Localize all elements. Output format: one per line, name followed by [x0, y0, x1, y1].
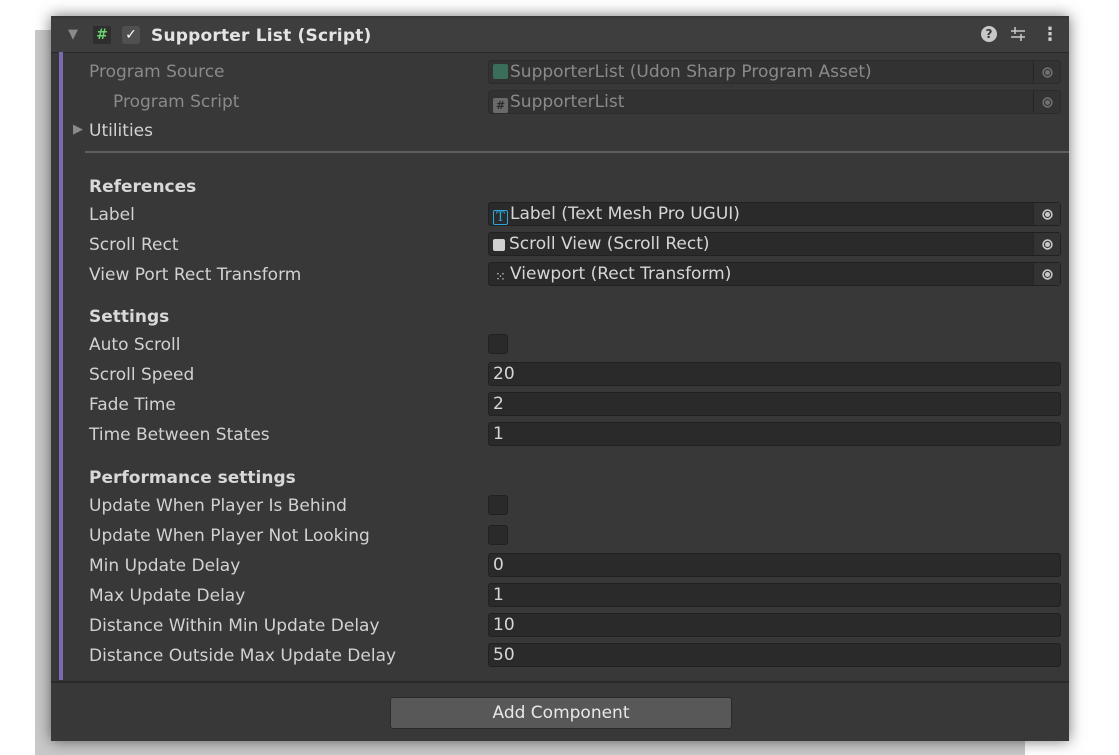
object-picker-icon — [1033, 91, 1060, 113]
settings-header: Settings — [89, 307, 170, 327]
inspector-component-panel: ▼ # ✓ Supporter List (Script) ? ⋮ Progra… — [51, 16, 1069, 741]
update-when-behind-label: Update When Player Is Behind — [89, 496, 347, 516]
object-picker-icon[interactable] — [1033, 263, 1060, 285]
view-port-rect-transform-label: View Port Rect Transform — [89, 265, 302, 285]
view-port-object-value: Viewport (Rect Transform) — [510, 264, 732, 284]
object-picker-icon[interactable] — [1033, 233, 1060, 255]
label-object-value: Label (Text Mesh Pro UGUI) — [510, 204, 740, 224]
component-title: Supporter List (Script) — [151, 26, 372, 46]
footer-divider — [51, 681, 1069, 683]
auto-scroll-label: Auto Scroll — [89, 335, 181, 355]
view-port-object-field[interactable]: ⁙ Viewport (Rect Transform) — [488, 262, 1061, 286]
references-header: References — [89, 177, 197, 197]
utilities-foldout-arrow-icon[interactable]: ▶ — [73, 122, 83, 137]
program-source-field: SupporterList (Udon Sharp Program Asset) — [488, 60, 1061, 84]
label-object-field[interactable]: T Label (Text Mesh Pro UGUI) — [488, 202, 1061, 226]
distance-within-min-input[interactable]: 10 — [488, 613, 1061, 637]
scroll-rect-label: Scroll Rect — [89, 235, 179, 255]
program-script-label: Program Script — [113, 92, 240, 112]
rect-transform-icon: ⁙ — [495, 270, 506, 285]
object-picker-icon[interactable] — [1033, 203, 1060, 225]
update-when-behind-checkbox[interactable] — [488, 495, 508, 515]
distance-within-min-label: Distance Within Min Update Delay — [89, 616, 380, 636]
text-mesh-pro-icon: T — [493, 210, 508, 225]
program-script-field: # SupporterList — [488, 90, 1061, 114]
component-header[interactable]: ▼ # ✓ Supporter List (Script) ? ⋮ — [51, 18, 1069, 53]
label-field-label: Label — [89, 205, 135, 225]
min-update-delay-label: Min Update Delay — [89, 556, 241, 576]
help-icon[interactable]: ? — [981, 26, 997, 42]
max-update-delay-value: 1 — [493, 585, 504, 605]
time-between-states-input[interactable]: 1 — [488, 422, 1061, 446]
triangle-down-icon[interactable]: ▼ — [68, 27, 78, 42]
component-accent-bar — [59, 52, 63, 680]
auto-scroll-checkbox[interactable] — [488, 334, 508, 354]
distance-outside-max-input[interactable]: 50 — [488, 643, 1061, 667]
distance-outside-max-value: 50 — [493, 645, 515, 665]
fade-time-value: 2 — [493, 394, 504, 414]
scroll-speed-label: Scroll Speed — [89, 365, 195, 385]
program-script-value: SupporterList — [510, 92, 625, 112]
script-file-icon: # — [493, 98, 508, 113]
object-picker-icon — [1033, 61, 1060, 83]
distance-outside-max-label: Distance Outside Max Update Delay — [89, 646, 397, 666]
script-icon: # — [93, 26, 111, 44]
kebab-menu-icon[interactable]: ⋮ — [1041, 24, 1059, 45]
scroll-speed-input[interactable]: 20 — [488, 362, 1061, 386]
fade-time-input[interactable]: 2 — [488, 392, 1061, 416]
scroll-rect-object-field[interactable]: Scroll View (Scroll Rect) — [488, 232, 1061, 256]
scroll-rect-object-value: Scroll View (Scroll Rect) — [509, 234, 710, 254]
max-update-delay-input[interactable]: 1 — [488, 583, 1061, 607]
udon-asset-icon — [493, 64, 508, 79]
distance-within-min-value: 10 — [493, 615, 515, 635]
divider — [85, 151, 1069, 153]
utilities-foldout[interactable]: Utilities — [89, 121, 153, 141]
min-update-delay-value: 0 — [493, 555, 504, 575]
time-between-states-value: 1 — [493, 424, 504, 444]
program-source-value: SupporterList (Udon Sharp Program Asset) — [510, 62, 872, 82]
scroll-speed-value: 20 — [493, 364, 515, 384]
time-between-states-label: Time Between States — [89, 425, 270, 445]
update-when-not-looking-label: Update When Player Not Looking — [89, 526, 370, 546]
update-when-not-looking-checkbox[interactable] — [488, 525, 508, 545]
performance-settings-header: Performance settings — [89, 468, 296, 488]
fade-time-label: Fade Time — [89, 395, 176, 415]
min-update-delay-input[interactable]: 0 — [488, 553, 1061, 577]
add-component-button[interactable]: Add Component — [390, 697, 732, 729]
scroll-rect-icon — [493, 239, 505, 251]
program-source-label: Program Source — [89, 62, 225, 82]
component-enabled-checkbox[interactable]: ✓ — [122, 26, 140, 44]
presets-icon[interactable] — [1009, 24, 1027, 44]
max-update-delay-label: Max Update Delay — [89, 586, 246, 606]
